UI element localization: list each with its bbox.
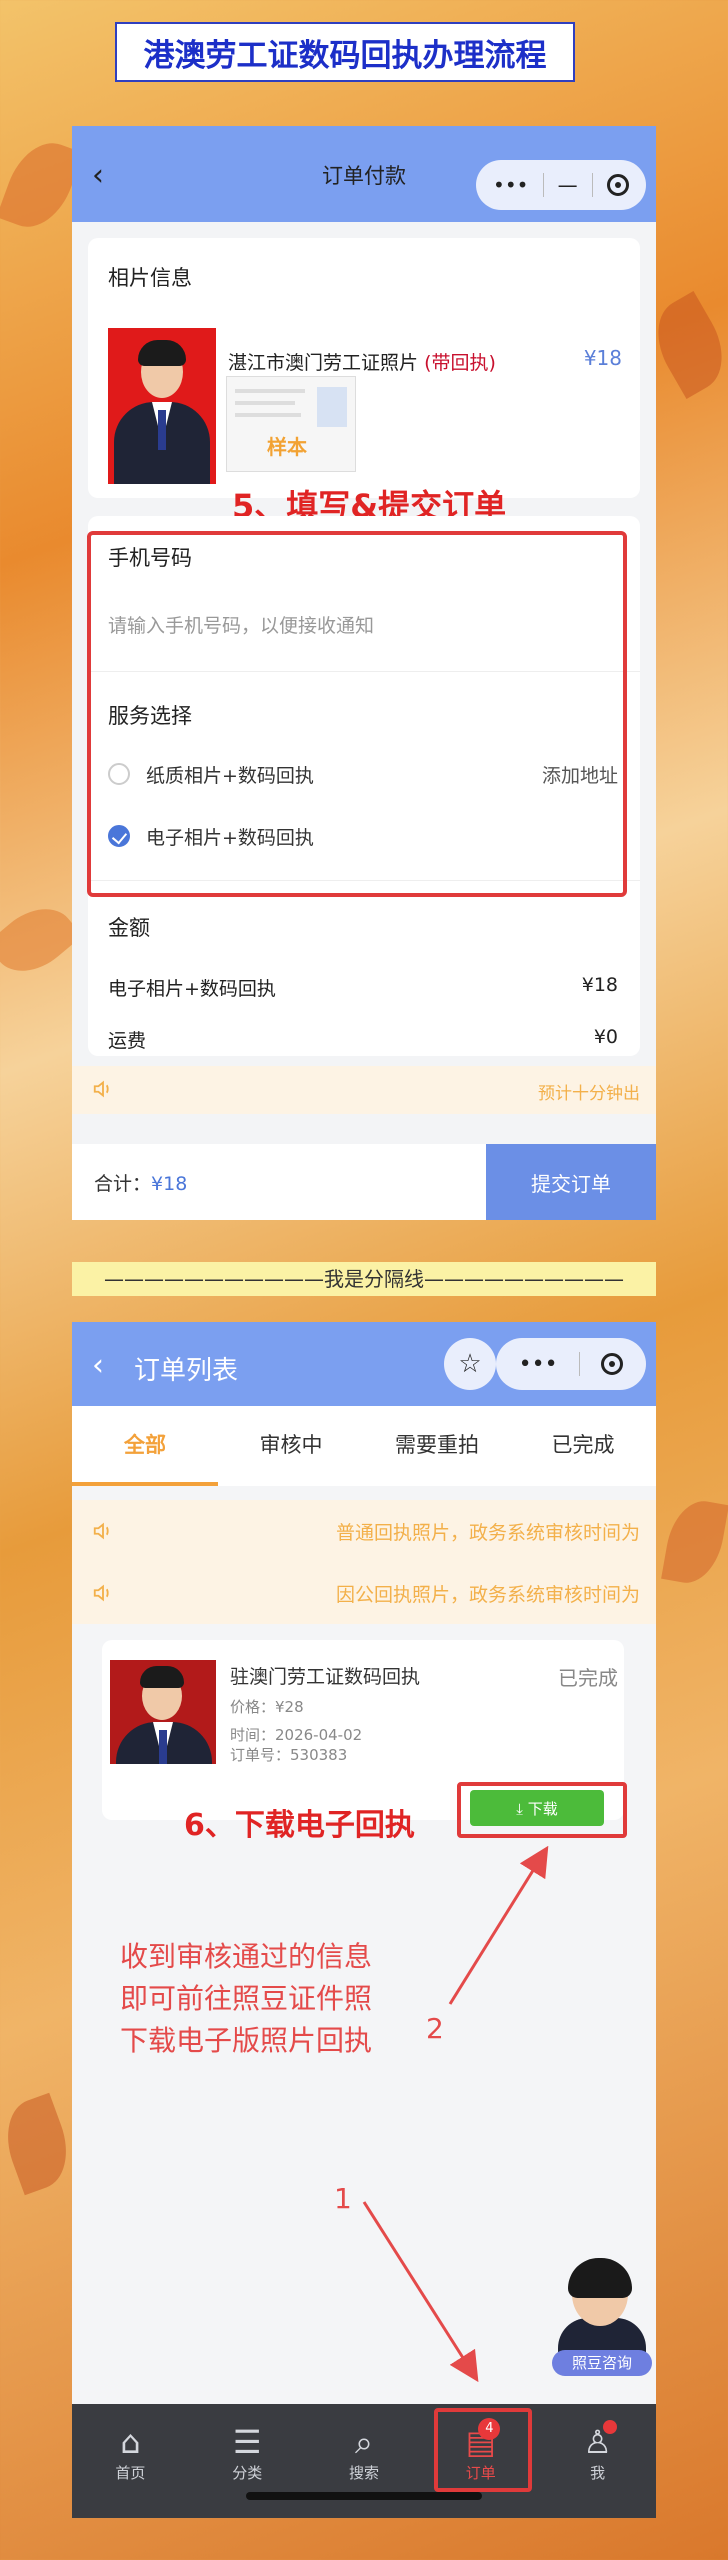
sample-line	[235, 389, 305, 393]
tabbar-label: 分类	[232, 2464, 263, 2482]
tabbar-home[interactable]: ⌂ 首页	[72, 2404, 189, 2518]
tabbar-category[interactable]: ☰ 分类	[189, 2404, 306, 2518]
arrow-to-order-tab	[362, 2201, 479, 2383]
id-photo-portrait	[108, 328, 216, 484]
sample-line	[235, 413, 301, 417]
total-amount: ¥18	[151, 1173, 188, 1195]
leaf-decoration	[0, 892, 83, 988]
annotation-number-1: 1	[334, 2182, 352, 2215]
navbar: ‹ 订单付款 ••• —	[72, 126, 656, 222]
tabbar-label: 我	[590, 2464, 606, 2482]
annotation-instructions: 收到审核通过的信息 即可前往照豆证件照 下载电子版照片回执	[120, 1936, 440, 2062]
portrait-hair	[138, 340, 186, 366]
sample-stamp: 样本	[267, 435, 307, 459]
consult-label[interactable]: 照豆咨询	[552, 2350, 652, 2376]
tabbar-label: 搜索	[348, 2464, 379, 2482]
product-receipt-tag: (带回执)	[424, 352, 496, 374]
tabbar-label: 首页	[115, 2464, 146, 2482]
shipping-row: 运费 ¥0	[108, 1026, 618, 1053]
home-icon: ⌂	[120, 2423, 141, 2461]
bottom-tabbar: ⌂ 首页 ☰ 分类 ⌕ 搜索 ▤ 4 订单 ♙ 我	[72, 2404, 656, 2518]
capsule-divider	[591, 173, 593, 197]
receipt-sample-image: 样本	[226, 376, 356, 472]
close-target-icon[interactable]	[606, 174, 629, 196]
product-price: ¥18	[583, 346, 622, 370]
total: 合计：¥18	[94, 1169, 187, 1196]
notice-bar: 预计十分钟出	[72, 1066, 656, 1114]
order-payment-screen: ‹ 订单付款 ••• — 相片信息 湛江市澳门劳工证照片 (带回执) ¥18 样…	[72, 126, 656, 1220]
tabbar-search[interactable]: ⌕ 搜索	[306, 2404, 423, 2518]
page-title-banner: 港澳劳工证数码回执办理流程	[115, 22, 575, 82]
leaf-decoration	[0, 2092, 80, 2196]
home-indicator	[246, 2492, 482, 2500]
capsule-divider	[542, 173, 544, 197]
amount-row: 电子相片+数码回执 ¥18	[108, 974, 618, 1001]
notice-text: 预计十分钟出	[538, 1084, 640, 1104]
shipping-name: 运费	[108, 1030, 147, 1052]
submit-order-button[interactable]: 提交订单	[486, 1144, 656, 1220]
annotation-line: 即可前往照豆证件照	[120, 1982, 373, 2015]
amount-label: 金额	[108, 916, 150, 940]
mini-program-capsule: ••• —	[476, 160, 646, 210]
product-name-text: 湛江市澳门劳工证照片	[228, 352, 419, 374]
product-name: 湛江市澳门劳工证照片 (带回执)	[228, 348, 496, 375]
checkout-bar: 合计：¥18 提交订单	[72, 1144, 656, 1220]
annotation-line: 收到审核通过的信息	[120, 1940, 373, 1973]
shipping-value: ¥0	[593, 1026, 618, 1048]
sample-line	[235, 401, 295, 405]
photo-info-card: 相片信息 湛江市澳门劳工证照片 (带回执) ¥18 样本	[88, 238, 640, 498]
more-icon[interactable]: •••	[493, 173, 528, 197]
total-label: 合计：	[94, 1173, 152, 1195]
minimize-icon[interactable]: —	[558, 173, 578, 197]
photo-info-title: 相片信息	[108, 266, 192, 290]
sample-photo	[317, 387, 347, 427]
category-icon: ☰	[232, 2423, 262, 2461]
consult-button[interactable]: 照豆咨询	[552, 2258, 652, 2380]
arrow-to-download	[448, 1845, 549, 2005]
amount-item-name: 电子相片+数码回执	[108, 978, 276, 1000]
order-list-screen: ‹ 订单列表 ☆ ••• 全部 审核中 需要重拍 已完成 普通回执照片，政务系统…	[72, 1322, 656, 2518]
annotation-number-2: 2	[426, 2012, 444, 2045]
user-icon: ♙	[583, 2423, 612, 2461]
speaker-icon	[93, 1080, 109, 1098]
annotation-line: 下载电子版照片回执	[120, 2024, 373, 2057]
consultant-hair	[568, 2258, 632, 2298]
search-icon: ⌕	[355, 2423, 373, 2461]
annotation-highlight-box	[87, 531, 627, 897]
separator-line: ———————————我是分隔线——————————	[72, 1262, 656, 1296]
annotation-highlight-box	[434, 2408, 532, 2492]
tabbar-me[interactable]: ♙ 我	[539, 2404, 656, 2518]
portrait-tie	[158, 410, 166, 450]
leaf-decoration	[661, 1495, 728, 1589]
amount-item-value: ¥18	[581, 974, 618, 996]
